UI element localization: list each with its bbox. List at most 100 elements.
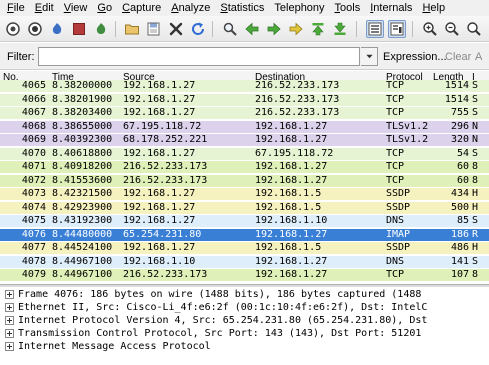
menu-analyze[interactable]: Analyze	[166, 0, 215, 16]
table-row[interactable]: 4078 8.44967100 192.168.1.10 192.168.1.27 DN…	[0, 255, 489, 268]
menu-file[interactable]: File	[2, 0, 30, 16]
expression-button[interactable]: Expression...	[383, 51, 447, 63]
table-row[interactable]: 4072 8.41553600 216.52.233.173 192.168.1.27…	[0, 174, 489, 187]
cell-info: 8	[472, 161, 479, 172]
cell-proto: TCP	[386, 174, 405, 186]
expand-icon[interactable]	[5, 342, 14, 351]
cell-dst: 192.168.1.5	[255, 201, 322, 213]
toolbar-separator	[115, 21, 116, 37]
main-toolbar	[0, 16, 489, 42]
cell-time: 8.38201900	[52, 93, 113, 105]
cell-info: N	[472, 134, 479, 145]
interfaces-icon[interactable]	[4, 20, 22, 38]
go-forward-icon[interactable]	[265, 20, 283, 38]
cell-proto: DNS	[386, 255, 405, 267]
clear-filter-button[interactable]: Clear	[445, 51, 471, 63]
cell-len: 434	[450, 188, 469, 199]
packet-details-pane[interactable]: Frame 4076: 186 bytes on wire (1488 bits…	[0, 287, 489, 365]
cell-src: 216.52.233.173	[123, 174, 208, 186]
cell-len: 500	[450, 201, 469, 213]
stop-capture-icon[interactable]	[70, 20, 88, 38]
go-to-last-packet-icon[interactable]	[331, 20, 349, 38]
filter-history-dropdown[interactable]	[361, 47, 378, 66]
table-row[interactable]: 4071 8.40918200 216.52.233.173 192.168.1.27…	[0, 161, 489, 173]
cell-dst: 192.168.1.27	[255, 228, 328, 240]
cell-no: 4070	[21, 147, 46, 159]
cell-no: 4067	[21, 107, 46, 118]
go-to-packet-icon[interactable]	[287, 20, 305, 38]
detail-row-imap[interactable]: Internet Message Access Protocol	[0, 340, 489, 353]
table-row[interactable]: 4070 8.40618800 192.168.1.27 67.195.118.72 T…	[0, 147, 489, 160]
detail-row-ipv4[interactable]: Internet Protocol Version 4, Src: 65.254…	[0, 314, 489, 327]
cell-src: 67.195.118.72	[123, 120, 202, 132]
save-file-icon[interactable]	[145, 20, 163, 38]
cell-no: 4078	[21, 255, 46, 267]
menu-statistics[interactable]: Statistics	[215, 0, 269, 16]
go-back-icon[interactable]	[243, 20, 261, 38]
table-row[interactable]: 4079 8.44967100 216.52.233.173 192.168.1.27…	[0, 269, 489, 281]
chevron-down-icon	[365, 54, 373, 59]
cell-len: 486	[450, 242, 469, 253]
table-row[interactable]: 4073 8.42321500 192.168.1.27 192.168.1.5 SSD…	[0, 188, 489, 200]
cell-src: 192.168.1.27	[123, 107, 196, 118]
display-filter-input[interactable]	[38, 47, 360, 66]
cell-proto: SSDP	[386, 242, 411, 253]
table-row[interactable]: 4076 8.44480000 65.254.231.80 192.168.1.27 I…	[0, 228, 489, 241]
packet-list[interactable]: No. Time Source Destination Protocol Len…	[0, 71, 489, 284]
cell-proto: TLSv1.2	[386, 134, 429, 145]
close-file-icon[interactable]	[167, 20, 185, 38]
start-capture-icon[interactable]	[48, 20, 66, 38]
menu-capture[interactable]: Capture	[117, 0, 166, 16]
auto-scroll-icon[interactable]	[388, 20, 406, 38]
cell-no: 4077	[21, 242, 46, 253]
capture-options-icon[interactable]	[26, 20, 44, 38]
cell-dst: 192.168.1.10	[255, 215, 328, 226]
cell-len: 54	[456, 147, 469, 159]
table-row[interactable]: 4066 8.38201900 192.168.1.27 216.52.233.173…	[0, 93, 489, 106]
cell-proto: TCP	[386, 269, 405, 280]
cell-proto: TCP	[386, 93, 405, 105]
detail-row-ethernet[interactable]: Ethernet II, Src: Cisco-Li_4f:e6:2f (00:…	[0, 301, 489, 314]
restart-capture-icon[interactable]	[92, 20, 110, 38]
expand-icon[interactable]	[5, 329, 14, 338]
cell-src: 192.168.1.27	[123, 93, 196, 105]
menu-go[interactable]: Go	[92, 0, 117, 16]
detail-row-tcp[interactable]: Transmission Control Protocol, Src Port:…	[0, 327, 489, 340]
table-row[interactable]: 4075 8.43192300 192.168.1.27 192.168.1.10 DN…	[0, 215, 489, 227]
open-file-icon[interactable]	[123, 20, 141, 38]
cell-proto: TCP	[386, 80, 405, 91]
table-row[interactable]: 4068 8.38655000 67.195.118.72 192.168.1.27 T…	[0, 120, 489, 133]
detail-row-frame[interactable]: Frame 4076: 186 bytes on wire (1488 bits…	[0, 288, 489, 301]
cell-info: S	[472, 215, 479, 226]
cell-dst: 192.168.1.27	[255, 255, 328, 267]
normal-size-icon[interactable]	[465, 20, 483, 38]
reload-icon[interactable]	[189, 20, 207, 38]
cell-proto: DNS	[386, 215, 405, 226]
cell-src: 216.52.233.173	[123, 161, 208, 172]
toolbar-separator	[412, 21, 413, 37]
menu-view[interactable]: View	[59, 0, 93, 16]
table-row[interactable]: 4067 8.38203400 192.168.1.27 216.52.233.173…	[0, 107, 489, 119]
table-row[interactable]: 4065 8.38200000 192.168.1.27 216.52.233.173…	[0, 80, 489, 92]
menu-tools[interactable]: Tools	[330, 0, 366, 16]
expand-icon[interactable]	[5, 303, 14, 312]
table-row[interactable]: 4074 8.42923900 192.168.1.27 192.168.1.5 SSD…	[0, 201, 489, 214]
go-to-first-packet-icon[interactable]	[309, 20, 327, 38]
zoom-out-icon[interactable]	[443, 20, 461, 38]
cell-no: 4071	[21, 161, 46, 172]
table-row[interactable]: 4077 8.44524100 192.168.1.27 192.168.1.5 SSD…	[0, 242, 489, 254]
find-packet-icon[interactable]	[221, 20, 239, 38]
expand-icon[interactable]	[5, 290, 14, 299]
cell-src: 68.178.252.221	[123, 134, 208, 145]
expand-icon[interactable]	[5, 316, 14, 325]
menu-help[interactable]: Help	[417, 0, 450, 16]
cell-proto: SSDP	[386, 201, 411, 213]
cell-info: S	[472, 255, 479, 267]
table-row[interactable]: 4069 8.40392300 68.178.252.221 192.168.1.27…	[0, 134, 489, 146]
colorize-packet-list-icon[interactable]	[366, 20, 384, 38]
zoom-in-icon[interactable]	[421, 20, 439, 38]
menu-telephony[interactable]: Telephony	[269, 0, 329, 16]
apply-filter-button[interactable]: A	[475, 51, 482, 63]
menu-internals[interactable]: Internals	[365, 0, 417, 16]
menu-edit[interactable]: Edit	[30, 0, 59, 16]
